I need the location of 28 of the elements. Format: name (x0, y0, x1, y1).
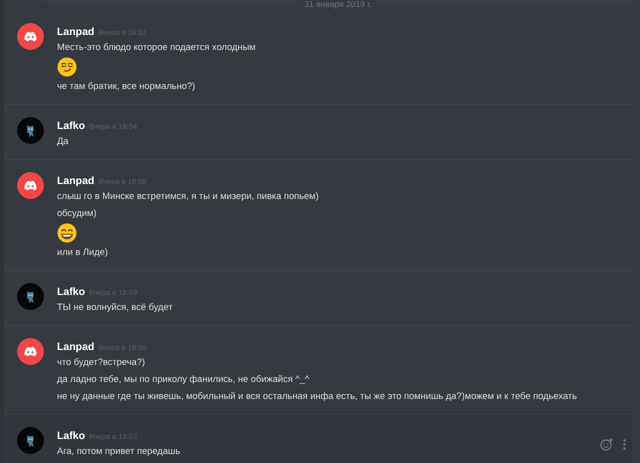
author-name[interactable]: Lanpad (57, 25, 94, 39)
message-text: что будет?встреча?) (57, 356, 146, 369)
message-text: Ага, потом привет передашь (57, 445, 182, 458)
author-name[interactable]: Lafko (57, 429, 86, 443)
logo-avatar-icon[interactable] (17, 338, 44, 365)
author-name[interactable]: Lanpad (57, 174, 94, 188)
more-options-icon[interactable] (623, 439, 626, 450)
logo-avatar-icon[interactable] (17, 23, 44, 50)
message-text: ТЫ не волнуйся, всё будет (57, 301, 174, 314)
message-text: Да (57, 135, 70, 148)
message-text: слыш го в Минске встретимся, я ты и мизери, пивка попьем) (57, 190, 320, 203)
smirk-emoji-icon (57, 57, 77, 77)
message-text: да ладно тебе, мы по приколу фанились, не обижайся ^_^ (57, 373, 310, 386)
message-text: че там братик, все нормально?) (57, 80, 196, 93)
grin-emoji-icon (57, 223, 77, 243)
avatar-icon[interactable] (17, 117, 44, 144)
author-name[interactable]: Lanpad (57, 340, 94, 354)
add-reaction-icon[interactable] (600, 438, 613, 451)
message-text: обсудим) (57, 207, 98, 220)
avatar-icon[interactable] (17, 283, 44, 310)
avatar-icon[interactable] (17, 427, 44, 454)
message-text: не ну данные где ты живешь, мобильный и вся остальная инфа есть, ты же это помнишь да?)можем и к тебе подьехать (57, 390, 578, 403)
author-name[interactable]: Lafko (57, 119, 86, 133)
message-text: Месть-это блюдо которое подается холодным (57, 41, 257, 54)
message-text: или в Лиде) (57, 246, 109, 259)
author-name[interactable]: Lafko (57, 285, 86, 299)
logo-avatar-icon[interactable] (17, 172, 44, 199)
date-divider-label: 31 января 2019 г. (303, 0, 373, 8)
